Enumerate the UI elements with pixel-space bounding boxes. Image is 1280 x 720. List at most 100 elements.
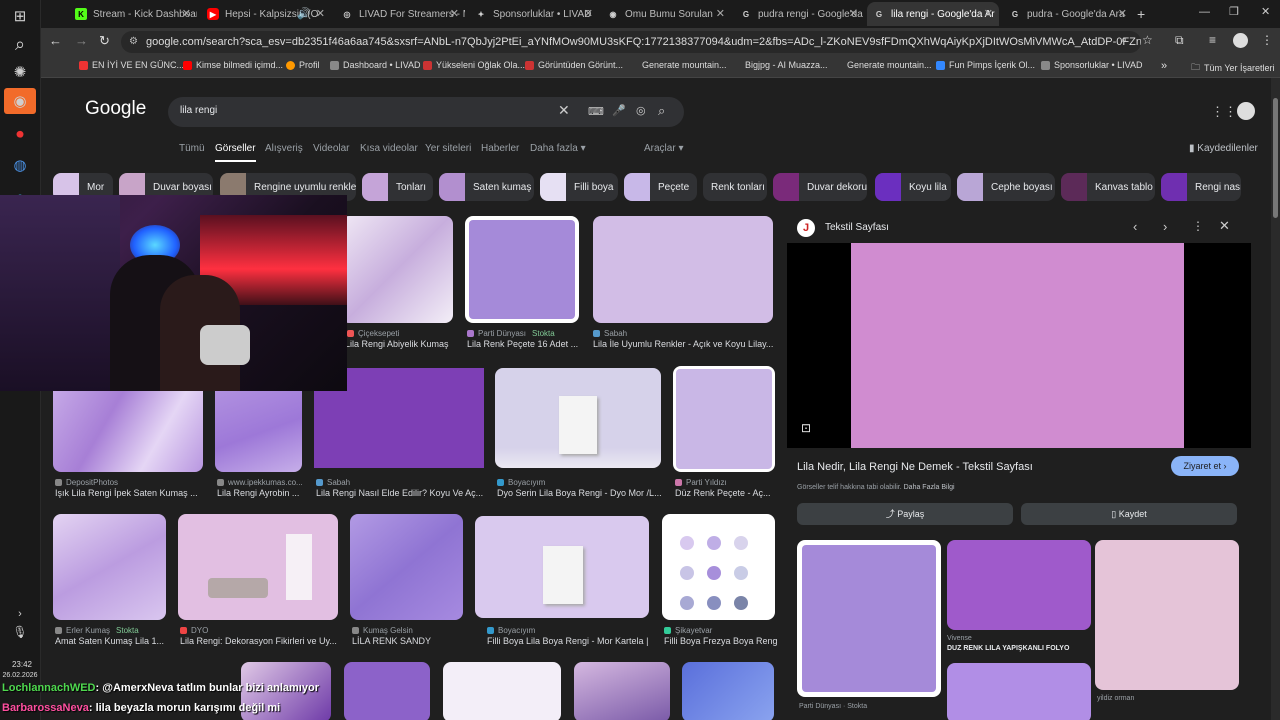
result-source[interactable]: Çiçeksepeti	[347, 329, 399, 338]
close-window-icon[interactable]: ✕	[1261, 5, 1270, 18]
result-caption[interactable]: Dyo Serin Lila Boya Rengi - Dyo Mor /L..…	[497, 488, 663, 498]
bookmark[interactable]: Sponsorluklar • LIVAD	[1041, 60, 1143, 70]
forward-icon[interactable]: →	[75, 33, 88, 48]
close-icon[interactable]: ✕	[182, 7, 191, 20]
account-avatar[interactable]	[1237, 102, 1255, 120]
related-caption[interactable]: DUZ RENK LILA YAPIŞKANLI FOLYO	[947, 645, 1069, 652]
related-source[interactable]: Vivense	[947, 635, 972, 642]
menu-icon[interactable]: ⋮	[1261, 33, 1273, 47]
extensions-icon[interactable]: ⧉	[1175, 33, 1184, 48]
tab-all[interactable]: Tümü	[179, 143, 205, 154]
close-icon[interactable]: ✕	[984, 7, 993, 20]
result-source[interactable]: Kumaş Gelsin	[352, 626, 413, 635]
result-source[interactable]: Sabah	[316, 478, 350, 487]
result-caption[interactable]: Filli Boya Lila Boya Rengi - Mor Kartela…	[487, 636, 651, 646]
bookmark[interactable]: Yükseleni Oğlak Ola...	[423, 60, 525, 70]
result-image[interactable]	[344, 662, 430, 720]
speaker-icon[interactable]: 🔊	[297, 7, 311, 20]
new-tab-icon[interactable]: +	[1137, 6, 1145, 22]
related-image[interactable]	[1095, 540, 1239, 690]
chip[interactable]: Duvar dekoru	[773, 173, 867, 201]
keyboard-icon[interactable]: ⌨	[588, 105, 604, 118]
result-image[interactable]	[475, 516, 649, 618]
chip[interactable]: Tonları	[362, 173, 433, 201]
result-image[interactable]	[341, 216, 453, 323]
visit-button[interactable]: Ziyaret et ›	[1171, 456, 1239, 476]
result-image[interactable]	[443, 662, 561, 720]
result-image[interactable]	[682, 662, 774, 720]
chip[interactable]: Koyu lila	[875, 173, 951, 201]
search-icon[interactable]: ⌕	[658, 103, 665, 119]
bookmark[interactable]: Fun Pimps İçerik Ol...	[936, 60, 1035, 70]
chip[interactable]: Rengi nasıl	[1161, 173, 1241, 201]
tab-shopping[interactable]: Alışveriş	[265, 143, 303, 154]
minimize-icon[interactable]: —	[1199, 6, 1210, 18]
panel-title[interactable]: Lila Nedir, Lila Rengi Ne Demek - Teksti…	[797, 461, 1033, 473]
bookmark[interactable]: Kimse bilmedi içimd...	[183, 60, 283, 70]
reload-icon[interactable]: ↻	[99, 33, 110, 49]
lens-icon[interactable]: ⊡	[801, 421, 811, 435]
saved-button[interactable]: ▮ Kaydedilenler	[1189, 143, 1258, 154]
bookmark[interactable]: Generate mountain...	[847, 60, 932, 70]
search-icon[interactable]: ⌕	[8, 32, 32, 56]
chip[interactable]: Renk tonları	[703, 173, 767, 201]
result-image[interactable]	[662, 514, 775, 620]
tab[interactable]: Gpudra rengi - Google'da ✕	[734, 2, 864, 26]
windows-icon[interactable]: ⊞	[8, 4, 32, 28]
result-caption[interactable]: Lila İle Uyumlu Renkler - Açık ve Koyu L…	[593, 339, 773, 349]
close-icon[interactable]: ✕	[450, 7, 459, 20]
result-image[interactable]	[465, 216, 579, 323]
result-image[interactable]	[495, 368, 661, 468]
result-caption[interactable]: Lila Renk Peçete 16 Adet ...	[467, 339, 581, 349]
result-caption[interactable]: Filli Boya Frezya Boya Rengi R...	[664, 636, 777, 646]
tab-places[interactable]: Yer siteleri	[425, 143, 471, 154]
result-caption[interactable]: Düz Renk Peçete - Aç...	[675, 488, 775, 498]
next-icon[interactable]: ›	[1163, 219, 1167, 234]
result-caption[interactable]: Işık Lila Rengi İpek Saten Kumaş ...	[55, 488, 205, 498]
preview-image[interactable]	[851, 243, 1184, 448]
result-source[interactable]: Şikayetvar	[664, 626, 712, 635]
related-image[interactable]	[947, 663, 1091, 720]
result-source[interactable]: DepositPhotos	[55, 478, 118, 487]
tab-news[interactable]: Haberler	[481, 143, 519, 154]
tab[interactable]: Gpudra - Google'da Ara ✕	[1003, 2, 1133, 26]
zoom-icon[interactable]: ⌕	[1121, 34, 1127, 47]
related-image[interactable]	[947, 540, 1091, 630]
prev-icon[interactable]: ‹	[1133, 219, 1137, 234]
bookmark[interactable]: Görüntüden Görünt...	[525, 60, 623, 70]
chrome-icon[interactable]: ◍	[8, 153, 32, 177]
more-options-icon[interactable]: ⋮	[1192, 219, 1204, 233]
site-info-icon[interactable]: ⚙	[129, 31, 138, 53]
related-source[interactable]: yildiz orman	[1097, 695, 1134, 702]
tab-more[interactable]: Daha fazla ▾	[530, 143, 586, 154]
close-icon[interactable]: ✕	[316, 7, 325, 20]
address-bar[interactable]: ⚙ google.com/search?sca_esv=db2351f46a6a…	[121, 31, 1141, 53]
bookmark[interactable]: EN İYİ VE EN GÜNC...	[79, 60, 184, 70]
bookmark[interactable]: Dashboard • LIVAD	[330, 60, 421, 70]
result-image[interactable]	[593, 216, 773, 323]
share-button[interactable]: ⤴ Paylaş	[797, 503, 1013, 525]
back-icon[interactable]: ←	[49, 33, 62, 48]
media-icon[interactable]: ≡	[1209, 33, 1216, 47]
result-image[interactable]	[53, 514, 166, 620]
result-image[interactable]	[350, 514, 463, 620]
result-source[interactable]: Erler Kumaş Stokta	[55, 626, 139, 635]
mic-icon[interactable]: 🎙	[8, 620, 32, 644]
result-image[interactable]	[673, 366, 775, 472]
lens-icon[interactable]: ◎	[636, 104, 646, 117]
google-logo[interactable]: Google	[85, 98, 146, 120]
result-caption[interactable]: Lila Rengi: Dekorasyon Fikirleri ve Uy..…	[180, 636, 340, 646]
tab-active[interactable]: Glila rengi - Google'da Ar ✕	[867, 2, 999, 26]
result-source[interactable]: Sabah	[593, 329, 627, 338]
result-caption[interactable]: Lila Rengi Abiyelik Kumaş	[345, 339, 453, 349]
openai-icon[interactable]: ✺	[8, 60, 32, 84]
tab[interactable]: ✦ Sponsorluklar • LIVAD ✕	[469, 2, 599, 26]
close-icon[interactable]: ✕	[716, 7, 725, 20]
result-source[interactable]: Parti Yıldızı	[675, 478, 727, 487]
chip[interactable]: Saten kumaş	[439, 173, 534, 201]
close-icon[interactable]: ✕	[584, 7, 593, 20]
all-bookmarks[interactable]: 🗀 Tüm Yer İşaretleri	[1191, 60, 1275, 76]
bookmark[interactable]: Bigjpg - AI Muazza...	[745, 60, 828, 70]
related-image[interactable]	[797, 540, 941, 697]
tab[interactable]: ◎ LIVAD For Streamers - M ✕	[335, 2, 466, 26]
